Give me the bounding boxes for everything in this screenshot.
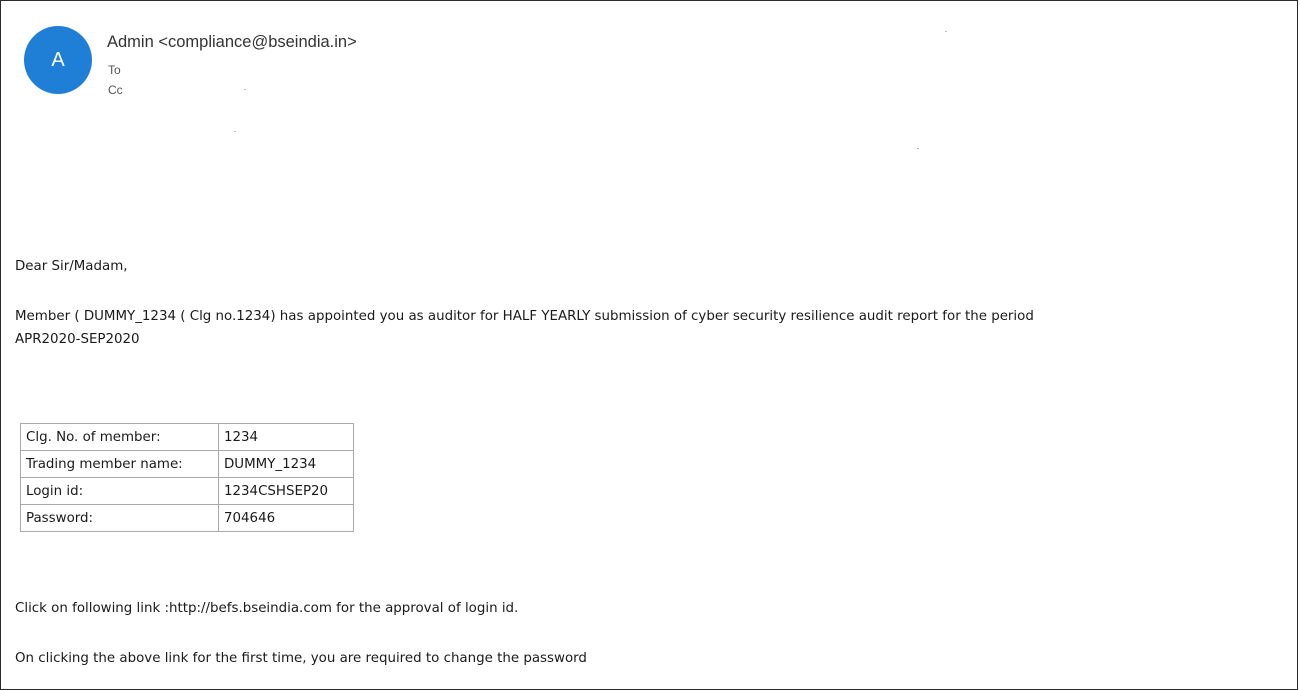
login-details-table: Clg. No. of member: 1234 Trading member … — [20, 423, 354, 532]
table-cell-label: Password: — [20, 504, 219, 532]
table-row: Password: 704646 — [20, 504, 354, 532]
table-cell-value: DUMMY_1234 — [218, 450, 354, 478]
table-row: Login id: 1234CSHSEP20 — [20, 477, 354, 505]
greeting: Dear Sir/Madam, — [15, 259, 128, 274]
table-row: Trading member name: DUMMY_1234 — [20, 450, 354, 478]
table-cell-label: Trading member name: — [20, 450, 219, 478]
table-cell-value: 1234 — [218, 423, 354, 451]
sender-name[interactable]: Admin <compliance@bseindia.in> — [107, 33, 357, 52]
redaction-speck — [244, 89, 246, 90]
table-row: Clg. No. of member: 1234 — [20, 423, 354, 451]
paragraph-line: Member ( DUMMY_1234 ( Clg no.1234) has a… — [15, 309, 1034, 324]
table-cell-label: Clg. No. of member: — [20, 423, 219, 451]
sender-avatar: A — [24, 26, 92, 94]
approval-link-text[interactable]: Click on following link :http://befs.bse… — [15, 601, 518, 616]
redaction-speck — [917, 148, 919, 149]
appointment-paragraph: Member ( DUMMY_1234 ( Clg no.1234) has a… — [15, 305, 1034, 351]
password-change-note: On clicking the above link for the first… — [15, 651, 587, 666]
paragraph-line: APR2020-SEP2020 — [15, 332, 140, 347]
redaction-speck — [945, 31, 947, 32]
email-message: A Admin <compliance@bseindia.in> To Cc D… — [0, 0, 1298, 690]
table-cell-label: Login id: — [20, 477, 219, 505]
to-label: To — [108, 63, 121, 77]
avatar-initial: A — [51, 48, 65, 71]
table-cell-value: 704646 — [218, 504, 354, 532]
redaction-speck — [234, 131, 236, 132]
cc-label: Cc — [108, 83, 123, 97]
table-cell-value: 1234CSHSEP20 — [218, 477, 354, 505]
